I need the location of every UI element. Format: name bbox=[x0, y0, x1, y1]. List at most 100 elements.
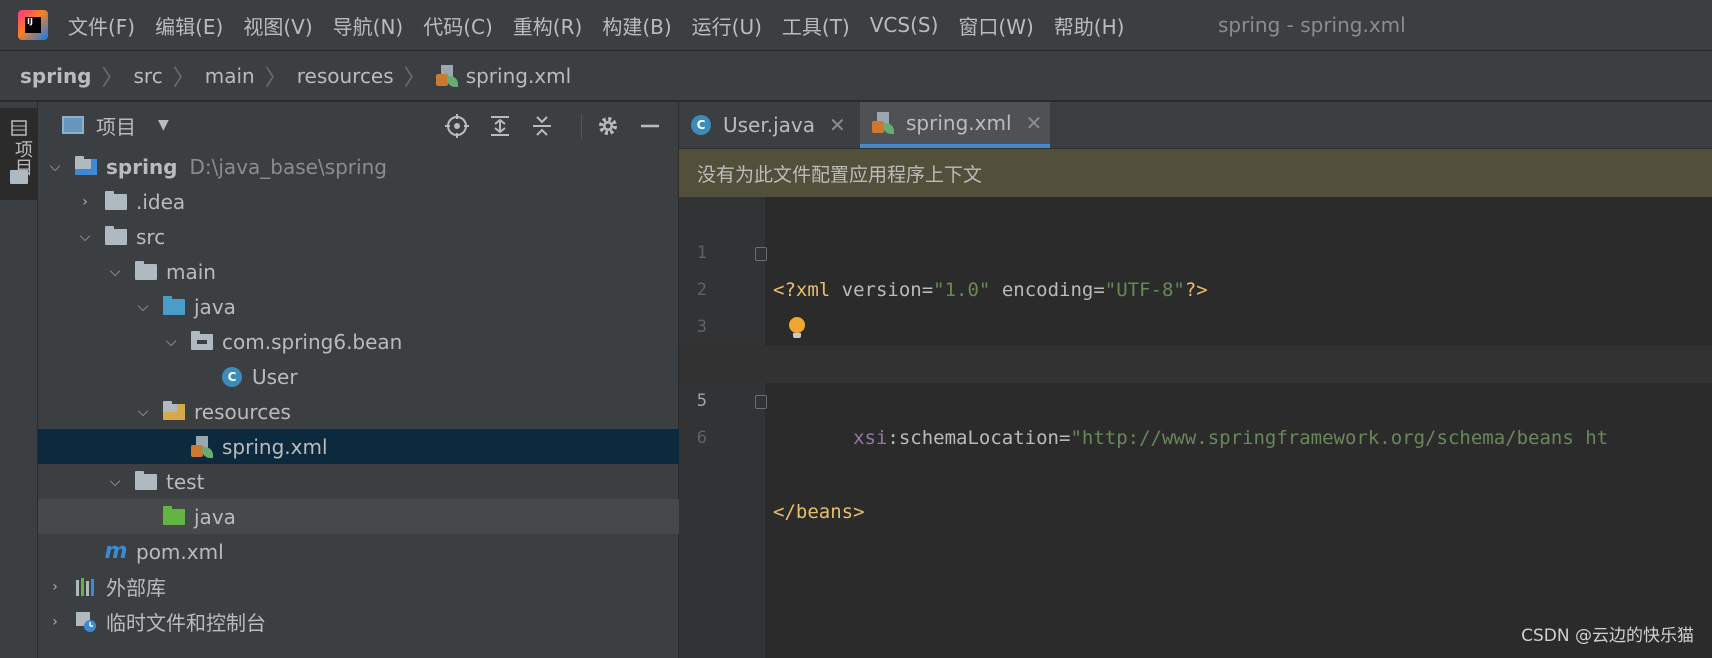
chevron-down-icon[interactable]: ⌵ bbox=[78, 229, 92, 245]
logo-text: IJ bbox=[25, 17, 41, 33]
tree-item-idea[interactable]: › .idea bbox=[38, 184, 718, 219]
fold-marker-icon[interactable] bbox=[755, 395, 767, 409]
menu-code[interactable]: 代码(C) bbox=[423, 11, 493, 40]
folder-icon bbox=[134, 260, 158, 282]
lightbulb-icon[interactable] bbox=[789, 317, 805, 338]
tree-item-label: spring.xml bbox=[222, 434, 328, 459]
menu-edit[interactable]: 编辑(E) bbox=[155, 11, 223, 40]
tree-item-resources[interactable]: ⌵ resources bbox=[38, 394, 776, 429]
editor-area: C User.java ✕ spring.xml ✕ 没有为此文件配置应用程序上… bbox=[679, 102, 1712, 658]
chevron-down-icon[interactable]: ⌵ bbox=[136, 404, 150, 420]
locate-file-button[interactable] bbox=[443, 112, 471, 140]
tree-item-src[interactable]: ⌵ src bbox=[38, 219, 718, 254]
chevron-right-icon[interactable]: › bbox=[48, 579, 62, 595]
chevron-down-icon: ▼ bbox=[158, 117, 169, 133]
spring-xml-file-icon bbox=[435, 64, 458, 87]
context-notice-banner: 没有为此文件配置应用程序上下文 bbox=[679, 149, 1712, 197]
tree-item-java-test[interactable]: › java bbox=[38, 499, 776, 534]
code-line[interactable]: 3 xmlns:xsi="http://www.w3.org/2001/XMLS… bbox=[679, 272, 1712, 375]
tree-item-test[interactable]: ⌵ test bbox=[38, 464, 748, 499]
project-view-selector[interactable]: 项目 ▼ bbox=[62, 102, 169, 148]
breadcrumb-item-main[interactable]: main bbox=[205, 64, 255, 88]
spring-xml-file-icon bbox=[872, 112, 894, 134]
menu-view[interactable]: 视图(V) bbox=[243, 11, 312, 40]
code-line[interactable]: 6 </beans> bbox=[679, 383, 1712, 523]
menu-build[interactable]: 构建(B) bbox=[602, 11, 671, 40]
fold-marker-icon[interactable] bbox=[755, 247, 767, 261]
module-folder-icon bbox=[74, 155, 98, 177]
java-class-icon: C bbox=[220, 366, 244, 387]
menu-tools[interactable]: 工具(T) bbox=[782, 11, 850, 40]
menu-refactor[interactable]: 重构(R) bbox=[513, 11, 583, 40]
tree-item-label: src bbox=[136, 224, 166, 249]
tree-item-external-libraries[interactable]: › 外部库 bbox=[38, 569, 688, 604]
tree-item-pom-xml[interactable]: › m pom.xml bbox=[38, 534, 718, 569]
intellij-logo-icon[interactable]: IJ bbox=[18, 10, 48, 40]
breadcrumb-item-label: spring.xml bbox=[465, 63, 572, 88]
scratches-icon bbox=[74, 611, 98, 632]
source-root-folder-icon bbox=[162, 295, 186, 317]
chevron-down-icon[interactable]: ⌵ bbox=[164, 334, 178, 350]
settings-button[interactable] bbox=[594, 112, 622, 140]
tab-spring-xml[interactable]: spring.xml ✕ bbox=[860, 102, 1050, 148]
menu-run[interactable]: 运行(U) bbox=[692, 11, 762, 40]
window-title: spring - spring.xml bbox=[1218, 13, 1406, 37]
tree-item-label: spring bbox=[106, 154, 178, 179]
code-line[interactable]: 4 xsi:schemaLocation="http://www.springf… bbox=[679, 309, 1712, 449]
menu-help[interactable]: 帮助(H) bbox=[1054, 11, 1125, 40]
tree-item-spring[interactable]: ⌵ spring D:\java_base\spring bbox=[38, 149, 688, 184]
breadcrumb: spring 〉 src 〉 main 〉 resources 〉 spring… bbox=[0, 51, 1712, 101]
tree-item-label: 临时文件和控制台 bbox=[106, 611, 266, 635]
package-folder-icon bbox=[190, 330, 214, 352]
project-tree: ⌵ spring D:\java_base\spring › .idea ⌵ s… bbox=[38, 149, 804, 639]
breadcrumb-item-spring[interactable]: spring bbox=[20, 64, 92, 88]
tree-item-label: java bbox=[194, 294, 236, 319]
project-window-icon bbox=[62, 116, 84, 134]
tree-item-label: resources bbox=[194, 399, 291, 424]
menu-navigate[interactable]: 导航(N) bbox=[333, 11, 404, 40]
tool-window-stripe: 项目 bbox=[0, 102, 38, 658]
code-line[interactable]: 1 <?xml version="1.0" encoding="UTF-8"?> bbox=[679, 198, 1712, 301]
tree-item-label: 外部库 bbox=[106, 576, 166, 600]
chevron-right-icon[interactable]: › bbox=[48, 614, 62, 630]
close-icon[interactable]: ✕ bbox=[1026, 111, 1043, 135]
chevron-down-icon[interactable]: ⌵ bbox=[136, 299, 150, 315]
collapse-all-button[interactable] bbox=[528, 112, 556, 140]
tree-item-java-main[interactable]: ⌵ java bbox=[38, 289, 776, 324]
code-line[interactable]: 2 <beans xmlns="http://www.springframewo… bbox=[679, 235, 1712, 375]
project-panel-title: 项目 bbox=[96, 114, 136, 139]
project-panel-header: 项目 ▼ bbox=[38, 102, 678, 148]
chevron-down-icon[interactable]: ⌵ bbox=[108, 264, 122, 280]
code-text: </beans> bbox=[773, 501, 865, 523]
menu-bar: 文件(F) 编辑(E) 视图(V) 导航(N) 代码(C) 重构(R) 构建(B… bbox=[68, 0, 1144, 50]
code-line-current[interactable]: 5 bbox=[679, 346, 1712, 411]
chevron-right-icon: 〉 bbox=[264, 65, 287, 91]
project-tool-window-button[interactable]: 项目 bbox=[0, 108, 37, 200]
menu-file[interactable]: 文件(F) bbox=[68, 11, 135, 40]
breadcrumb-item-resources[interactable]: resources bbox=[297, 64, 394, 88]
tree-item-label: java bbox=[194, 504, 236, 529]
chevron-down-icon[interactable]: ⌵ bbox=[108, 474, 122, 490]
menu-vcs[interactable]: VCS(S) bbox=[870, 13, 939, 37]
tree-item-label: com.spring6.bean bbox=[222, 329, 403, 354]
watermark: CSDN @云边的快乐猫 bbox=[1521, 626, 1694, 646]
toolbar-divider bbox=[581, 114, 582, 140]
tree-item-main[interactable]: ⌵ main bbox=[38, 254, 748, 289]
title-bar: IJ 文件(F) 编辑(E) 视图(V) 导航(N) 代码(C) 重构(R) 构… bbox=[0, 0, 1712, 51]
tree-item-scratches[interactable]: › 临时文件和控制台 bbox=[38, 604, 688, 639]
menu-window[interactable]: 窗口(W) bbox=[958, 11, 1033, 40]
resources-folder-icon bbox=[162, 400, 186, 422]
chevron-right-icon[interactable]: › bbox=[78, 194, 92, 210]
chevron-right-icon: 〉 bbox=[172, 65, 195, 91]
collapse-all-icon bbox=[533, 116, 551, 136]
breadcrumb-item-src[interactable]: src bbox=[134, 64, 163, 88]
tree-item-label: User bbox=[252, 364, 298, 389]
chevron-down-icon[interactable]: ⌵ bbox=[48, 159, 62, 175]
breadcrumb-item-spring-xml[interactable]: spring.xml bbox=[435, 63, 572, 88]
tab-user-java[interactable]: C User.java ✕ bbox=[679, 102, 859, 148]
expand-all-button[interactable] bbox=[486, 112, 514, 140]
minimize-icon bbox=[641, 124, 659, 128]
hide-panel-button[interactable] bbox=[636, 112, 664, 140]
folder-icon bbox=[134, 470, 158, 492]
close-icon[interactable]: ✕ bbox=[829, 113, 846, 137]
